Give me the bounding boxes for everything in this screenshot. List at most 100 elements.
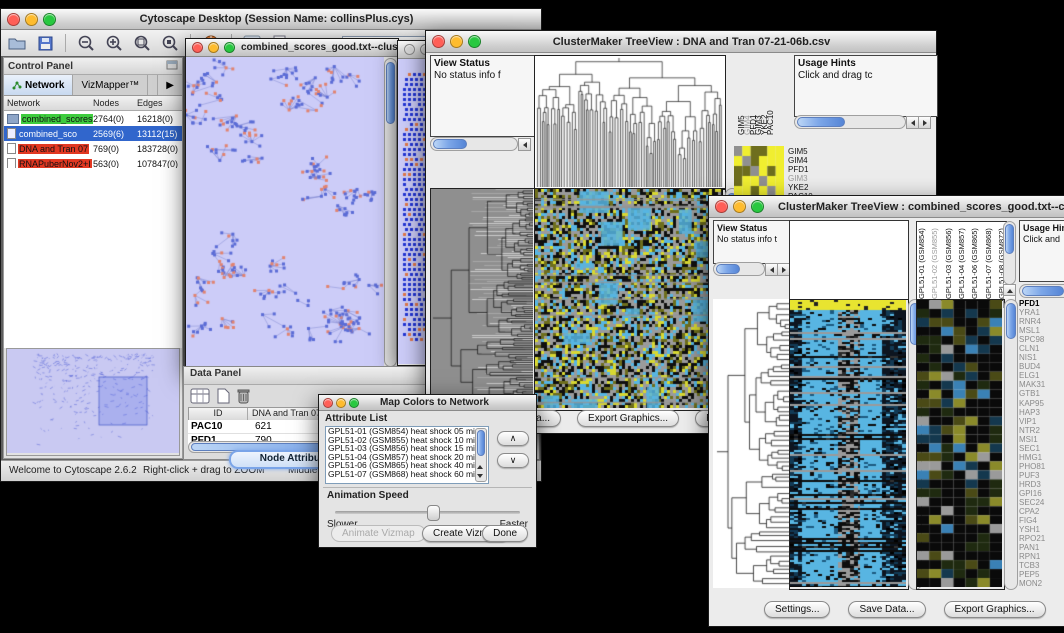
network-overview-panel[interactable] [6, 348, 180, 456]
gene-label: PFD1 [1019, 299, 1064, 308]
experiment-labels-vscrollbar[interactable] [1003, 221, 1016, 285]
treeview2-usage-hscrollbar[interactable] [1019, 284, 1064, 298]
control-panel-tabs: Network VizMapper™ ▶ [4, 75, 182, 96]
detail-column-labels: GIM5GIM4PFD1GIM3YKE2PAC10 [739, 57, 773, 135]
network-table-row[interactable]: combined_scores 2764(0) 16218(0) [4, 111, 182, 126]
gene-label: SEC24 [1019, 498, 1064, 507]
usage-hints-panel: Usage Hints Click and drag tc [794, 55, 938, 117]
treeview2-status-hscrollbar[interactable] [713, 262, 765, 276]
gene-label: GTB1 [1019, 389, 1064, 398]
treeview2-window: ClusterMaker TreeView : combined_scores_… [708, 195, 1064, 627]
attribute-list-vscrollbar[interactable] [475, 428, 487, 482]
treeview2-button[interactable]: Export Graphics... [944, 601, 1046, 618]
zoom-window-icon[interactable] [468, 35, 481, 48]
minimize-icon[interactable] [336, 398, 346, 408]
gene-label: VIP1 [1019, 417, 1064, 426]
treeview2-title: ClusterMaker TreeView : combined_scores_… [770, 201, 1064, 213]
minimize-icon[interactable] [733, 200, 746, 213]
minimize-icon[interactable] [208, 42, 219, 53]
gene-label: MSL1 [1019, 326, 1064, 335]
network-vscrollbar[interactable] [384, 58, 397, 367]
slider-thumb[interactable] [427, 505, 440, 521]
close-icon[interactable] [323, 398, 333, 408]
treeview1-button[interactable]: Export Graphics... [577, 410, 679, 427]
detail-heatmap-vscrollbar[interactable] [1004, 299, 1018, 590]
network-view-titlebar[interactable]: combined_scores_good.txt--cluste... [186, 39, 398, 57]
minimize-icon[interactable] [25, 13, 38, 26]
scroll-right-button[interactable] [918, 116, 931, 129]
view-status-panel: View Status No status info t [713, 220, 793, 264]
main-window-title: Cytoscape Desktop (Session Name: collins… [62, 13, 491, 25]
close-icon[interactable] [192, 42, 203, 53]
zoom-out-button[interactable] [74, 32, 98, 54]
delete-attribute-icon[interactable] [236, 388, 250, 409]
row-dendrogram-panel[interactable] [430, 188, 536, 411]
new-attribute-icon[interactable] [216, 388, 230, 409]
animation-speed-slider[interactable] [335, 511, 520, 514]
move-up-button[interactable]: ∧ [497, 431, 529, 446]
zoom-fit-button[interactable] [130, 32, 154, 54]
close-icon[interactable] [7, 13, 20, 26]
dialog-titlebar[interactable]: Map Colors to Network [319, 395, 536, 411]
select-attributes-icon[interactable] [190, 388, 210, 409]
zoom-window-icon[interactable] [43, 13, 56, 26]
network-table-row[interactable]: DNA and Tran 07 769(0) 183728(0) [4, 141, 182, 156]
gene-label: SPC98 [1019, 335, 1064, 344]
detail-heatmap-panel[interactable] [916, 299, 1005, 590]
gene-label: RPO21 [1019, 534, 1064, 543]
float-panel-icon[interactable] [166, 60, 178, 73]
gene-label: NTR2 [1019, 426, 1064, 435]
treeview1-title: ClusterMaker TreeView : DNA and Tran 07-… [487, 36, 896, 48]
network-list-empty-area [4, 168, 182, 348]
scroll-left-button[interactable] [518, 138, 531, 151]
zoom-selected-button[interactable] [158, 32, 182, 54]
gene-label: PUF3 [1019, 471, 1064, 480]
network-icon [7, 128, 16, 139]
attribute-list-item[interactable]: GPL51-07 (GSM868) heat shock 60 min [326, 470, 488, 479]
treeview1-status-hscrollbar[interactable] [430, 137, 518, 151]
zoom-window-icon[interactable] [224, 42, 235, 53]
main-titlebar[interactable]: Cytoscape Desktop (Session Name: collins… [1, 9, 541, 30]
attribute-listbox[interactable]: GPL51-01 (GSM854) heat shock 05 minGPL51… [325, 426, 489, 484]
gene-label: GPI16 [1019, 489, 1064, 498]
done-button[interactable]: Done [482, 525, 528, 542]
animate-vizmap-button[interactable]: Animate Vizmap [331, 525, 426, 542]
scroll-down-button[interactable] [477, 474, 483, 478]
minimize-icon[interactable] [450, 35, 463, 48]
dialog-title: Map Colors to Network [363, 397, 506, 408]
heatmap-panel[interactable] [534, 188, 726, 411]
treeview2-titlebar[interactable]: ClusterMaker TreeView : combined_scores_… [709, 196, 1064, 218]
row-dendrogram-panel[interactable] [713, 299, 789, 588]
network-overview-canvas[interactable] [7, 349, 179, 453]
close-icon[interactable] [432, 35, 445, 48]
window-controls[interactable] [1, 13, 62, 26]
tab-network[interactable]: Network [4, 75, 73, 95]
gene-label: YRA1 [1019, 308, 1064, 317]
move-down-button[interactable]: ∨ [497, 453, 529, 468]
treeview2-button[interactable]: Settings... [764, 601, 830, 618]
zoom-window-icon[interactable] [751, 200, 764, 213]
tab-vizmapper[interactable]: VizMapper™ [73, 75, 148, 95]
column-dendrogram-panel[interactable] [534, 55, 726, 190]
open-file-button[interactable] [5, 32, 29, 54]
column-dendrogram-panel[interactable] [789, 220, 909, 300]
treeview1-titlebar[interactable]: ClusterMaker TreeView : DNA and Tran 07-… [426, 31, 936, 53]
treeview2-button[interactable]: Save Data... [848, 601, 925, 618]
scroll-up-button[interactable] [477, 465, 483, 469]
network-tab-icon [12, 81, 22, 90]
save-button[interactable] [33, 32, 57, 54]
tab-overflow-button[interactable]: ▶ [157, 75, 182, 95]
gene-label: PEP5 [1019, 570, 1064, 579]
close-icon[interactable] [404, 44, 415, 55]
treeview1-usage-hscrollbar[interactable] [794, 115, 906, 129]
zoom-window-icon[interactable] [349, 398, 359, 408]
network-icon [7, 114, 19, 124]
close-icon[interactable] [715, 200, 728, 213]
gene-label: ELG1 [1019, 371, 1064, 380]
network-table-header: Network Nodes Edges [4, 96, 182, 111]
network-canvas[interactable] [186, 57, 384, 366]
gene-label: MON2 [1019, 579, 1064, 588]
zoom-in-button[interactable] [102, 32, 126, 54]
network-table-row[interactable]: combined_sco 2569(6) 13112(15) [4, 126, 182, 141]
heatmap-panel[interactable] [789, 299, 909, 590]
